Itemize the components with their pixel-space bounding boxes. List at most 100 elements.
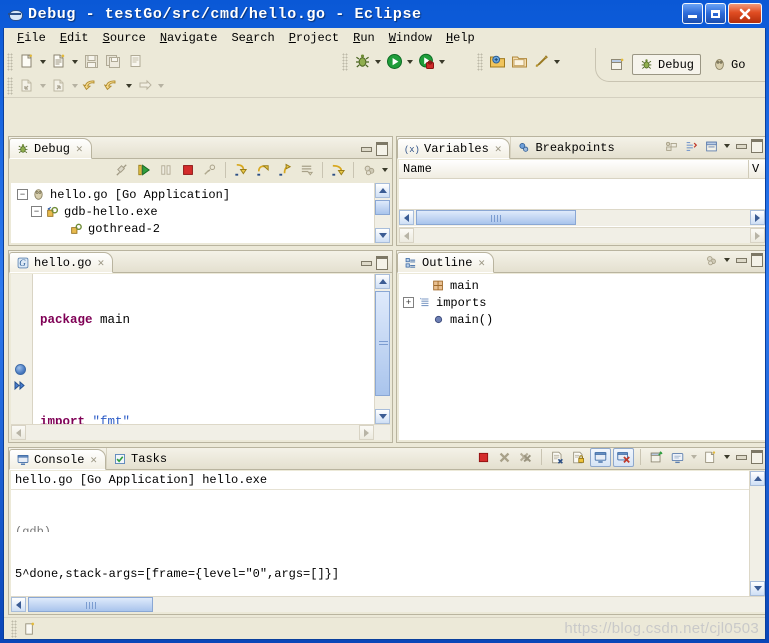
scroll-right-button-2[interactable] <box>750 228 765 243</box>
tab-debug[interactable]: Debug ✕ <box>9 138 92 159</box>
debug-view-maximize-button[interactable] <box>375 142 389 156</box>
save-all-icon[interactable] <box>102 51 124 73</box>
menu-edit[interactable]: Edit <box>53 30 96 46</box>
step-filters-icon[interactable] <box>296 159 318 181</box>
tab-tasks[interactable]: Tasks <box>106 448 175 469</box>
step-return-icon[interactable] <box>274 159 296 181</box>
editor-minimize-button[interactable] <box>359 256 373 270</box>
menu-project[interactable]: Project <box>282 30 346 46</box>
run-group-grip[interactable] <box>342 53 348 71</box>
editor-horizontal-scrollbar[interactable] <box>11 424 390 440</box>
menu-help[interactable]: Help <box>439 30 482 46</box>
next-dropdown[interactable] <box>156 76 166 96</box>
terminate-icon[interactable] <box>177 159 199 181</box>
forward-icon[interactable] <box>102 75 124 97</box>
scroll-left-button-2[interactable] <box>399 228 414 243</box>
scroll-thumb[interactable] <box>375 200 390 215</box>
instruction-stepping-icon[interactable] <box>358 159 380 181</box>
scroll-left-button[interactable] <box>11 597 26 612</box>
new-wizard-icon[interactable] <box>16 51 38 73</box>
scroll-down-button[interactable] <box>375 409 390 424</box>
tree-row[interactable]: − hello.go [Go Application] <box>11 186 390 203</box>
nav-group-grip[interactable] <box>477 53 483 71</box>
open-console-icon[interactable] <box>701 448 720 466</box>
disconnect2-icon[interactable] <box>199 159 221 181</box>
tab-outline-close-icon[interactable]: ✕ <box>478 256 485 270</box>
console-output[interactable]: (gdb) 5^done,stack-args=[frame={level="0… <box>11 490 749 595</box>
show-logical-structure-icon[interactable] <box>662 138 680 154</box>
outline-view-menu-icon[interactable] <box>722 250 732 270</box>
editor-code-area[interactable]: package main import "fmt" func main() { … <box>34 274 374 440</box>
status-bar-grip[interactable] <box>11 620 17 638</box>
disconnect-icon[interactable] <box>111 159 133 181</box>
scroll-thumb[interactable] <box>375 291 390 396</box>
open-resource-icon[interactable] <box>508 51 530 73</box>
scroll-thumb[interactable] <box>28 597 153 612</box>
tab-console-close-icon[interactable]: ✕ <box>90 453 97 467</box>
expander-icon[interactable]: − <box>31 206 42 217</box>
editor-vertical-scrollbar[interactable] <box>374 274 390 424</box>
column-value[interactable]: V <box>749 162 765 176</box>
display-dropdown[interactable] <box>689 447 699 467</box>
perspective-go[interactable]: Go <box>705 54 752 75</box>
tab-outline[interactable]: Outline ✕ <box>397 252 494 273</box>
variables-table-body[interactable] <box>399 179 765 210</box>
tab-debug-close-icon[interactable]: ✕ <box>76 142 83 156</box>
scroll-up-button[interactable] <box>375 274 390 289</box>
search-dropdown[interactable] <box>552 52 562 72</box>
run-dropdown[interactable] <box>405 52 415 72</box>
export-icon[interactable] <box>48 75 70 97</box>
open-type-icon[interactable] <box>486 51 508 73</box>
step-over-icon[interactable] <box>252 159 274 181</box>
step-into-icon[interactable] <box>230 159 252 181</box>
open-perspective-icon[interactable] <box>606 54 628 76</box>
outline-view-minimize-button[interactable] <box>734 253 748 267</box>
remove-launch-icon[interactable] <box>495 448 514 466</box>
scroll-thumb[interactable] <box>416 210 576 225</box>
column-name[interactable]: Name <box>399 162 748 176</box>
export-dropdown[interactable] <box>70 76 80 96</box>
tab-hello-go[interactable]: G hello.go ✕ <box>9 252 113 273</box>
new-wizard-dropdown[interactable] <box>38 52 48 72</box>
save-icon[interactable] <box>80 51 102 73</box>
variables-view-maximize-button[interactable] <box>750 139 764 153</box>
new-java-file-dropdown[interactable] <box>70 52 80 72</box>
editor-maximize-button[interactable] <box>375 256 389 270</box>
terminate-icon[interactable] <box>474 448 493 466</box>
tree-row[interactable]: − gdb-hello.exe <box>11 203 390 220</box>
scroll-down-button[interactable] <box>750 581 765 596</box>
remove-all-launches-icon[interactable] <box>516 448 535 466</box>
resume-icon[interactable] <box>133 159 155 181</box>
menu-navigate[interactable]: Navigate <box>153 30 225 46</box>
open-console-dropdown[interactable] <box>722 447 732 467</box>
scroll-right-button[interactable] <box>750 210 765 225</box>
menu-search[interactable]: Search <box>224 30 281 46</box>
scroll-down-button[interactable] <box>375 228 390 243</box>
pin-console-icon[interactable] <box>647 448 666 466</box>
debug-view-minimize-button[interactable] <box>359 142 373 156</box>
tree-row[interactable]: main() <box>399 311 765 328</box>
layout-icon[interactable] <box>702 138 720 154</box>
outline-view-maximize-button[interactable] <box>750 253 764 267</box>
search-icon[interactable] <box>530 51 552 73</box>
run-icon[interactable] <box>383 51 405 73</box>
maximize-button[interactable] <box>705 3 726 24</box>
sort-icon[interactable] <box>702 252 720 268</box>
tab-hello-go-close-icon[interactable]: ✕ <box>98 256 105 270</box>
breakpoint-marker-icon[interactable] <box>15 364 26 375</box>
close-button[interactable] <box>728 3 762 24</box>
coverage-dropdown[interactable] <box>437 52 447 72</box>
next-icon[interactable] <box>134 75 156 97</box>
import-dropdown[interactable] <box>38 76 48 96</box>
tree-row[interactable]: gothread-2 <box>11 220 390 237</box>
variables-horizontal-scrollbar-1[interactable] <box>399 209 765 226</box>
perspective-debug[interactable]: Debug <box>632 54 701 75</box>
debug-view-menu-icon[interactable] <box>380 160 390 180</box>
editor-gutter[interactable] <box>11 274 33 440</box>
debug-tree-vertical-scrollbar[interactable] <box>374 183 390 243</box>
variables-view-menu-icon[interactable] <box>722 136 732 156</box>
import-icon[interactable] <box>16 75 38 97</box>
minimize-button[interactable] <box>682 3 703 24</box>
suspend-icon[interactable] <box>155 159 177 181</box>
tab-breakpoints[interactable]: Breakpoints <box>510 137 622 158</box>
